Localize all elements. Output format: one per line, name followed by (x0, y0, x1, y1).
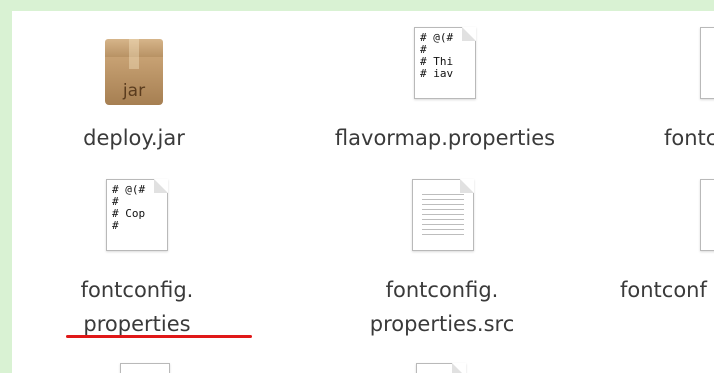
jar-icon[interactable]: jar (105, 39, 163, 105)
file-label-flavormap-properties[interactable]: flavormap.properties (315, 123, 575, 153)
properties-document-icon[interactable]: # @(# # # Thi # iav (414, 27, 476, 99)
red-underline-annotation (66, 335, 252, 338)
file-grid: jar deploy.jar # @(# # # Thi # iav flavo… (12, 11, 714, 373)
document-icon[interactable] (120, 363, 170, 373)
document-icon[interactable] (700, 179, 714, 251)
document-icon[interactable] (416, 363, 466, 373)
file-label-fontconfig-src-line1[interactable]: fontconfig. (362, 275, 522, 305)
properties-document-icon[interactable]: # @(# # # Cop # (106, 179, 168, 251)
file-preview-text: # @(# # # Thi # iav (420, 31, 454, 80)
file-label-fontconfig-src-line2[interactable]: properties.src (362, 309, 522, 339)
document-icon[interactable] (700, 27, 714, 99)
file-label-fontconfig-properties-line1[interactable]: fontconfig. (62, 275, 212, 305)
file-label-deploy-jar[interactable]: deploy.jar (64, 123, 204, 153)
text-document-icon[interactable] (412, 179, 474, 251)
file-label-fontc-partial[interactable]: fontc (664, 123, 714, 153)
jar-badge-text: jar (122, 81, 146, 101)
file-preview-text: # @(# # # Cop # (112, 183, 146, 232)
file-label-fontconf-partial[interactable]: fontconf (620, 275, 714, 305)
